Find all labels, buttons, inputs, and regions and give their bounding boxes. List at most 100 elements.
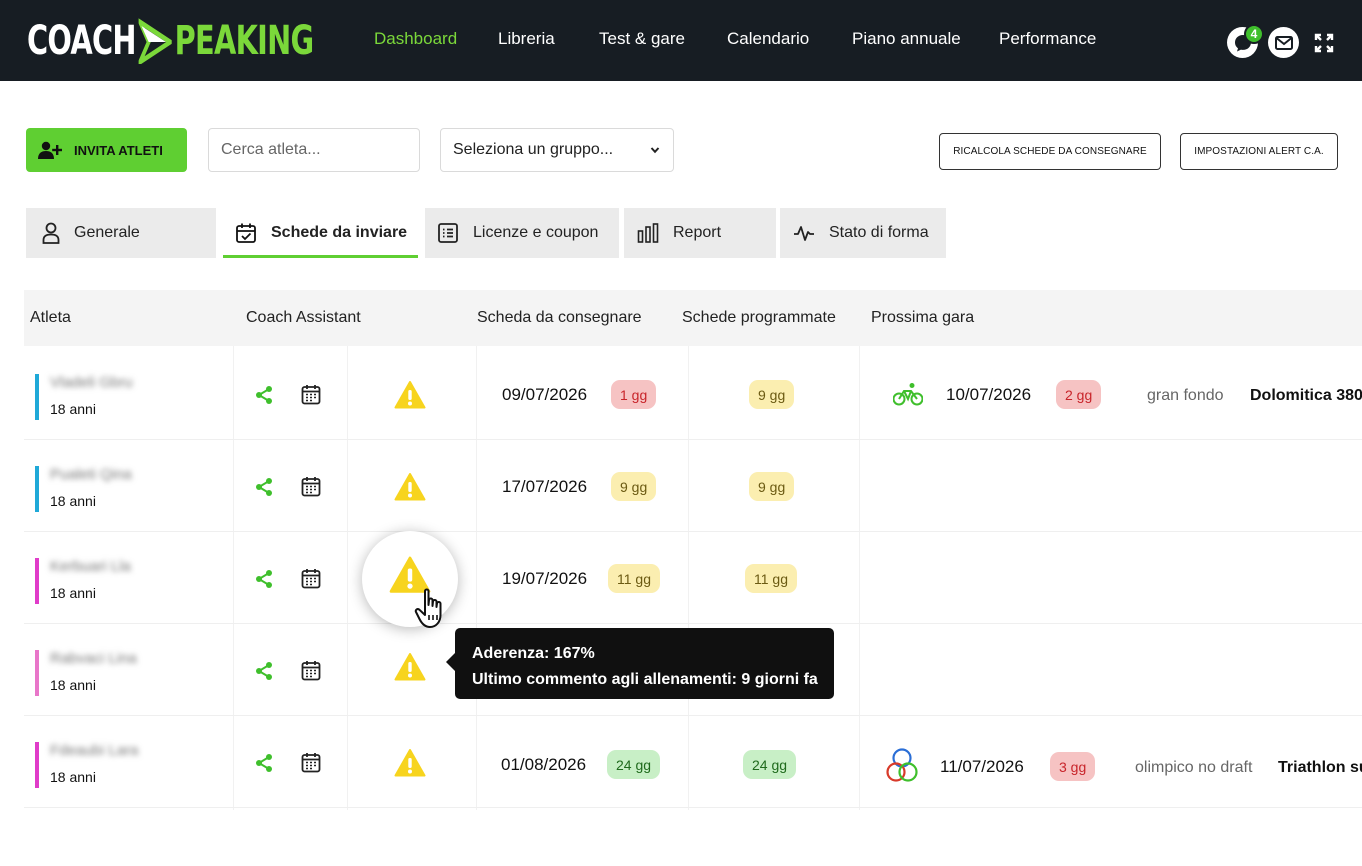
search-athlete-input[interactable] [208, 128, 420, 172]
table-row[interactable]: Pualeti Qina 18 anni 17/07/2026 9 gg 9 g… [24, 440, 1362, 532]
bike-icon [893, 383, 923, 406]
invite-athletes-button[interactable]: INVITA ATLETI [26, 128, 187, 172]
tab-schede-label: Schede da inviare [271, 224, 408, 241]
tab-report[interactable]: Report [624, 208, 776, 258]
logo-text-peaking: PEAKING [174, 18, 315, 64]
programmed-pill: 9 gg [749, 472, 795, 501]
calendar-icon[interactable] [301, 568, 321, 589]
share-icon[interactable] [254, 385, 274, 405]
race-type: olimpico no draft [1135, 759, 1253, 776]
warning-icon[interactable] [394, 652, 426, 682]
tab-stato-label: Stato di forma [829, 224, 929, 241]
recalculate-button[interactable]: RICALCOLA SCHEDE DA CONSEGNARE [939, 133, 1161, 170]
list-icon [438, 223, 458, 243]
chat-badge: 4 [1244, 24, 1264, 44]
race-type: gran fondo [1147, 387, 1224, 404]
top-navbar: COACH PEAKING Dashboard Libreria Test & … [0, 0, 1362, 81]
athlete-age: 18 anni [50, 677, 96, 693]
table-row[interactable]: Vladeli Gbru 18 anni 09/07/2026 1 gg 9 g… [24, 348, 1362, 440]
share-icon[interactable] [254, 477, 274, 497]
chevron-down-icon [650, 147, 660, 154]
calendar-check-icon [236, 223, 256, 243]
tab-generale[interactable]: Generale [26, 208, 216, 258]
nav-dashboard[interactable]: Dashboard [374, 29, 457, 49]
due-days-pill: 1 gg [611, 380, 657, 409]
warning-icon[interactable] [394, 748, 426, 778]
calendar-icon[interactable] [301, 660, 321, 681]
athlete-name[interactable]: Kerbuari Lla [50, 558, 131, 575]
nav-performance[interactable]: Performance [999, 29, 1096, 49]
col-prossima-gara[interactable]: Prossima gara [871, 309, 974, 327]
athlete-name[interactable]: Vladeli Gbru [50, 374, 133, 391]
tab-licenze-coupon[interactable]: Licenze e coupon [425, 208, 619, 258]
table-header: Atleta Coach Assistant Scheda da consegn… [24, 290, 1362, 346]
calendar-icon[interactable] [301, 476, 321, 497]
race-date: 11/07/2026 [940, 757, 1024, 776]
col-schede-programmate[interactable]: Schede programmate [682, 309, 836, 327]
athlete-age: 18 anni [50, 769, 96, 785]
nav-libreria[interactable]: Libreria [498, 29, 555, 49]
athlete-age: 18 anni [50, 401, 96, 417]
due-days-pill: 24 gg [607, 750, 661, 779]
athlete-group-color [35, 742, 39, 788]
athlete-group-color [35, 558, 39, 604]
athlete-age: 18 anni [50, 585, 96, 601]
col-coach-assistant[interactable]: Coach Assistant [246, 309, 361, 327]
athlete-name[interactable]: Fdeaubi Lara [50, 742, 138, 759]
race-days-pill: 3 gg [1050, 752, 1096, 781]
tooltip-adherence: Aderenza: 167% [472, 645, 595, 662]
calendar-icon[interactable] [301, 384, 321, 405]
tooltip-last-comment: Ultimo commento agli allenamenti: 9 gior… [472, 671, 818, 688]
warning-icon[interactable] [394, 472, 426, 502]
athlete-group-color [35, 466, 39, 512]
athlete-group-color [35, 374, 39, 420]
user-icon [42, 222, 60, 244]
warning-icon[interactable] [394, 380, 426, 410]
table-row[interactable]: Fdeaubi Lara 18 anni 01/08/2026 24 gg 24… [24, 716, 1362, 808]
hand-cursor-icon [414, 588, 442, 628]
bar-chart-icon [637, 223, 659, 243]
due-date: 19/07/2026 [502, 569, 588, 588]
race-days-pill: 2 gg [1056, 380, 1102, 409]
nav-calendario[interactable]: Calendario [727, 29, 809, 49]
triathlon-rings-icon [886, 748, 918, 782]
col-scheda-da-consegnare[interactable]: Scheda da consegnare [477, 309, 642, 327]
race-name[interactable]: Triathlon su [1278, 759, 1362, 777]
due-days-pill: 11 gg [608, 564, 660, 593]
race-date: 10/07/2026 [946, 385, 1032, 404]
pulse-icon [794, 226, 814, 241]
tab-stato-di-forma[interactable]: Stato di forma [780, 208, 946, 258]
nav-test-gare[interactable]: Test & gare [599, 29, 685, 49]
active-tab-underline [223, 255, 418, 258]
share-icon[interactable] [254, 661, 274, 681]
race-name[interactable]: Dolomitica 380 [1250, 387, 1362, 405]
tab-report-label: Report [673, 224, 722, 241]
athlete-name[interactable]: Pualeti Qina [50, 466, 132, 483]
calendar-icon[interactable] [301, 752, 321, 773]
due-days-pill: 9 gg [611, 472, 657, 501]
programmed-pill: 9 gg [749, 380, 795, 409]
col-atleta[interactable]: Atleta [30, 309, 71, 327]
nav-piano-annuale[interactable]: Piano annuale [852, 29, 961, 49]
athlete-group-color [35, 650, 39, 696]
coach-assistant-tooltip: Aderenza: 167% Ultimo commento agli alle… [446, 628, 834, 699]
fullscreen-icon[interactable] [1314, 33, 1334, 53]
tab-schede-da-inviare[interactable]: Schede da inviare [223, 208, 418, 258]
add-user-icon [38, 141, 62, 159]
invite-athletes-label: INVITA ATLETI [74, 142, 163, 158]
programmed-pill: 11 gg [745, 564, 797, 593]
programmed-pill: 24 gg [743, 750, 797, 779]
athlete-age: 18 anni [50, 493, 96, 509]
mail-icon[interactable] [1268, 27, 1299, 58]
due-date: 17/07/2026 [502, 477, 588, 496]
coachpeaking-logo[interactable]: COACH PEAKING [27, 18, 315, 64]
alert-settings-button[interactable]: IMPOSTAZIONI ALERT C.A. [1180, 133, 1338, 170]
table-row[interactable]: Kerbuari Lla 18 anni 19/07/2026 11 gg 11… [24, 532, 1362, 624]
logo-arrow-icon [138, 18, 172, 64]
share-icon[interactable] [254, 753, 274, 773]
group-select-value: Seleziona un gruppo... [453, 141, 614, 158]
tab-licenze-label: Licenze e coupon [473, 224, 599, 241]
share-icon[interactable] [254, 569, 274, 589]
group-select[interactable]: Seleziona un gruppo... [440, 128, 674, 172]
athlete-name[interactable]: Rabvaci Lina [50, 650, 137, 667]
